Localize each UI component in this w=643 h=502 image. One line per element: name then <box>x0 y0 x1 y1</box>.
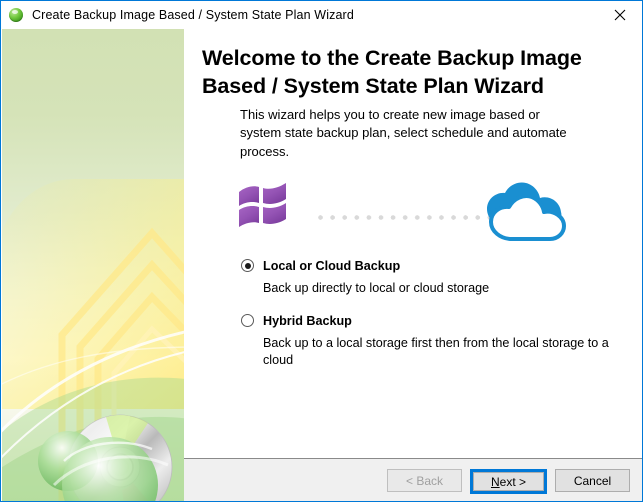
footer-button-row: < Back Next > Cancel <box>387 469 630 494</box>
back-button[interactable]: < Back <box>387 469 462 492</box>
wizard-window: Create Backup Image Based / System State… <box>0 0 643 502</box>
cancel-button[interactable]: Cancel <box>555 469 630 492</box>
cd-disc-with-green-spheres-illustration <box>2 227 184 501</box>
wizard-banner <box>2 29 184 501</box>
radio-local-or-cloud-backup[interactable] <box>241 259 254 272</box>
backup-flow-graphic <box>236 177 596 255</box>
option-local-or-cloud-backup[interactable]: Local or Cloud Backup <box>241 257 631 275</box>
option-description-hybrid-backup: Back up to a local storage first then fr… <box>263 336 609 367</box>
wizard-content: Welcome to the Create Backup Image Based… <box>184 29 642 458</box>
option-label: Local or Cloud Backup <box>263 259 401 273</box>
windows-logo-icon <box>239 183 286 227</box>
wizard-footer: < Back Next > Cancel <box>184 459 642 501</box>
option-label: Hybrid Backup <box>263 314 352 329</box>
radio-hybrid-backup[interactable] <box>241 314 254 328</box>
next-button-focus-ring: Next > <box>470 469 547 494</box>
option-hybrid-backup[interactable]: Hybrid Backup <box>241 312 631 330</box>
option-description-local-or-cloud-backup: Back up directly to local or cloud stora… <box>263 281 490 295</box>
title-bar: Create Backup Image Based / System State… <box>1 1 642 29</box>
next-accelerator: N <box>490 474 500 489</box>
next-button[interactable]: Next > <box>473 472 544 491</box>
dotted-line-icon <box>318 215 493 220</box>
close-icon <box>614 9 625 20</box>
close-button[interactable] <box>597 1 642 28</box>
backup-type-options: Local or Cloud Backup Back up directly t… <box>241 257 631 368</box>
next-label-rest: ext > <box>499 474 527 489</box>
cloud-icon <box>487 182 566 241</box>
green-sphere-icon <box>8 7 24 23</box>
page-description: This wizard helps you to create new imag… <box>240 107 567 159</box>
page-title: Welcome to the Create Backup Image Based… <box>202 46 582 98</box>
window-title: Create Backup Image Based / System State… <box>32 8 354 22</box>
